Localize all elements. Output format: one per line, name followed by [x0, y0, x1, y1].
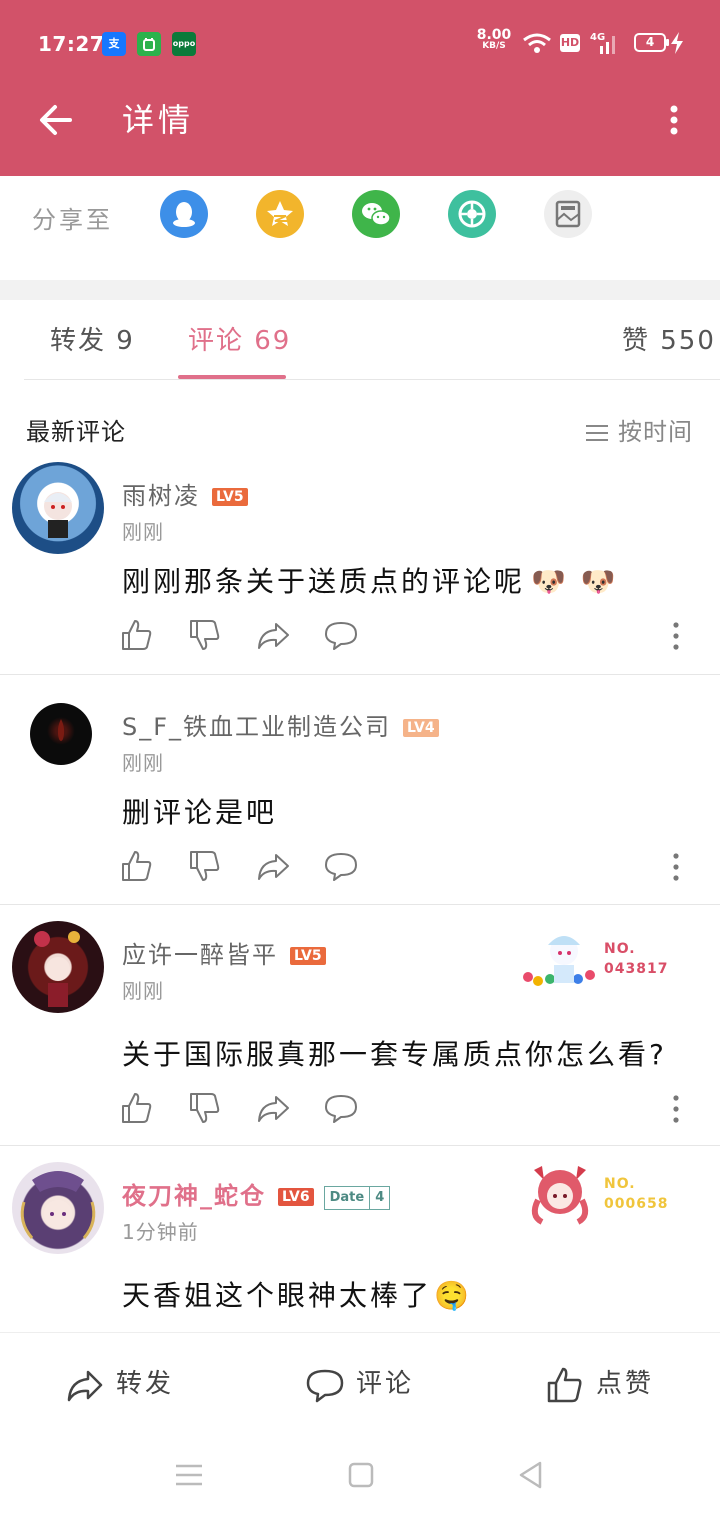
comment-text: 天香姐这个眼神太棒了🤤	[122, 1279, 472, 1312]
tab-divider	[24, 379, 720, 380]
fan-number-badge: NO. 043817	[520, 925, 700, 995]
comment-username[interactable]: 夜刀神_蛇仓 LV6 Date 4	[122, 1176, 391, 1211]
status-bar: 17:27 支 oppo 8.00 KB/S HD 4G 4	[0, 22, 720, 66]
badge-number: NO. 000658	[604, 1176, 669, 1212]
divider	[0, 280, 720, 300]
thumbs-down-icon[interactable]	[188, 1091, 222, 1125]
app-store-icon	[137, 32, 161, 56]
tab-comments[interactable]: 评论 69	[188, 320, 291, 357]
share-bar: 分享至	[0, 176, 720, 280]
avatar[interactable]	[12, 1162, 104, 1254]
comment-text: 关于国际服真那一套专属质点你怎么看?	[122, 1038, 667, 1071]
comment-time: 刚刚	[122, 751, 164, 775]
avatar[interactable]	[30, 703, 92, 765]
reply-icon[interactable]	[324, 618, 358, 652]
wifi-icon	[523, 33, 551, 53]
comment-time: 刚刚	[122, 979, 164, 1003]
comment-actions	[120, 849, 700, 889]
battery-icon: 4	[634, 33, 669, 52]
back-nav-icon[interactable]	[516, 1460, 546, 1490]
comment-time: 刚刚	[122, 520, 164, 544]
sort-label: 按时间	[618, 418, 693, 446]
comment-item: 夜刀神_蛇仓 LV6 Date 4 1分钟前 NO. 000658 天香姐这个眼神太棒…	[0, 1146, 720, 1332]
comment-username[interactable]: 应许一醉皆平 LV5	[122, 935, 326, 970]
sort-icon	[586, 425, 608, 441]
share-arrow-icon[interactable]	[256, 618, 290, 652]
thumbs-up-icon[interactable]	[120, 618, 154, 652]
reply-icon[interactable]	[324, 849, 358, 883]
comment-item: 雨树凌 LV5 刚刚 刚刚那条关于送质点的评论呢 🐶 🐶	[0, 456, 720, 675]
thumbs-up-icon[interactable]	[120, 849, 154, 883]
comment-more-icon[interactable]	[666, 620, 686, 652]
comment-actions	[120, 618, 700, 658]
moments-icon[interactable]	[448, 190, 496, 238]
qzone-icon[interactable]	[256, 190, 304, 238]
badge-number: NO. 043817	[604, 941, 669, 977]
share-label: 分享至	[32, 206, 113, 234]
date-badge: Date 4	[323, 1186, 391, 1210]
comment-icon	[306, 1369, 344, 1402]
back-arrow-icon[interactable]	[38, 102, 74, 138]
avatar[interactable]	[12, 462, 104, 554]
status-time: 17:27	[38, 32, 105, 56]
dog-emoji: 🐶 🐶	[531, 565, 619, 598]
level-badge: LV5	[290, 947, 326, 965]
level-badge: LV6	[278, 1188, 314, 1206]
signal-icon: 4G	[590, 32, 615, 54]
repost-button[interactable]: 转发	[66, 1363, 174, 1404]
comment-list: 雨树凌 LV5 刚刚 刚刚那条关于送质点的评论呢 🐶 🐶 S_F_铁血工业制造公司 L…	[0, 456, 720, 1332]
comment-actions	[120, 1091, 700, 1131]
tab-bar: 转发 9 评论 69 赞 550	[0, 300, 720, 380]
comment-item: 应许一醉皆平 LV5 刚刚 NO. 043817 关于国际服真那一套专属质点你怎么…	[0, 905, 720, 1146]
like-button[interactable]: 点赞	[546, 1363, 654, 1404]
thumbs-up-icon[interactable]	[120, 1091, 154, 1125]
header: 17:27 支 oppo 8.00 KB/S HD 4G 4 详情	[0, 0, 720, 176]
comment-button[interactable]: 评论	[306, 1363, 414, 1404]
home-nav-icon[interactable]	[346, 1460, 376, 1490]
svg-text:4G: 4G	[590, 32, 605, 43]
repost-icon	[67, 1370, 103, 1401]
reply-icon[interactable]	[324, 1091, 358, 1125]
bottom-action-bar: 转发 评论 点赞	[0, 1332, 720, 1432]
section-title: 最新评论	[26, 418, 126, 446]
tab-reposts[interactable]: 转发 9	[50, 320, 135, 357]
fan-number-badge: NO. 000658	[520, 1160, 700, 1230]
thumbs-down-icon[interactable]	[188, 849, 222, 883]
badge-character-image	[531, 1166, 589, 1225]
comments-header: 最新评论 按时间	[0, 396, 720, 446]
comment-text: 删评论是吧	[122, 796, 278, 829]
avatar[interactable]	[12, 921, 104, 1013]
drooling-emoji: 🤤	[434, 1279, 472, 1312]
page-title: 详情	[122, 101, 195, 139]
share-arrow-icon[interactable]	[256, 849, 290, 883]
comment-text: 刚刚那条关于送质点的评论呢 🐶 🐶	[122, 565, 619, 598]
tab-likes[interactable]: 赞 550	[622, 320, 716, 357]
system-nav-bar	[0, 1432, 720, 1520]
more-vert-icon[interactable]	[664, 104, 684, 136]
oppo-icon: oppo	[172, 32, 196, 56]
menu-nav-icon[interactable]	[174, 1460, 204, 1490]
comment-item: S_F_铁血工业制造公司 LV4 刚刚 删评论是吧	[0, 675, 720, 905]
comment-username[interactable]: S_F_铁血工业制造公司 LV4	[122, 707, 439, 742]
alipay-icon: 支	[102, 32, 126, 56]
comment-more-icon[interactable]	[666, 851, 686, 883]
share-arrow-icon[interactable]	[256, 1091, 290, 1125]
charging-icon	[671, 32, 683, 54]
level-badge: LV5	[212, 488, 248, 506]
sort-button[interactable]: 按时间	[586, 412, 693, 447]
comment-time: 1分钟前	[122, 1220, 199, 1244]
like-icon	[547, 1367, 582, 1402]
badge-character-image	[523, 936, 595, 986]
level-badge: LV4	[403, 719, 439, 737]
thumbs-down-icon[interactable]	[188, 618, 222, 652]
hd-icon: HD	[560, 34, 580, 52]
qq-icon[interactable]	[160, 190, 208, 238]
comment-username[interactable]: 雨树凌 LV5	[122, 476, 248, 511]
wechat-icon[interactable]	[352, 190, 400, 238]
comment-more-icon[interactable]	[666, 1093, 686, 1125]
app-bar: 详情	[0, 88, 720, 152]
gallery-icon[interactable]	[544, 190, 592, 238]
net-speed: 8.00 KB/S	[476, 27, 512, 51]
